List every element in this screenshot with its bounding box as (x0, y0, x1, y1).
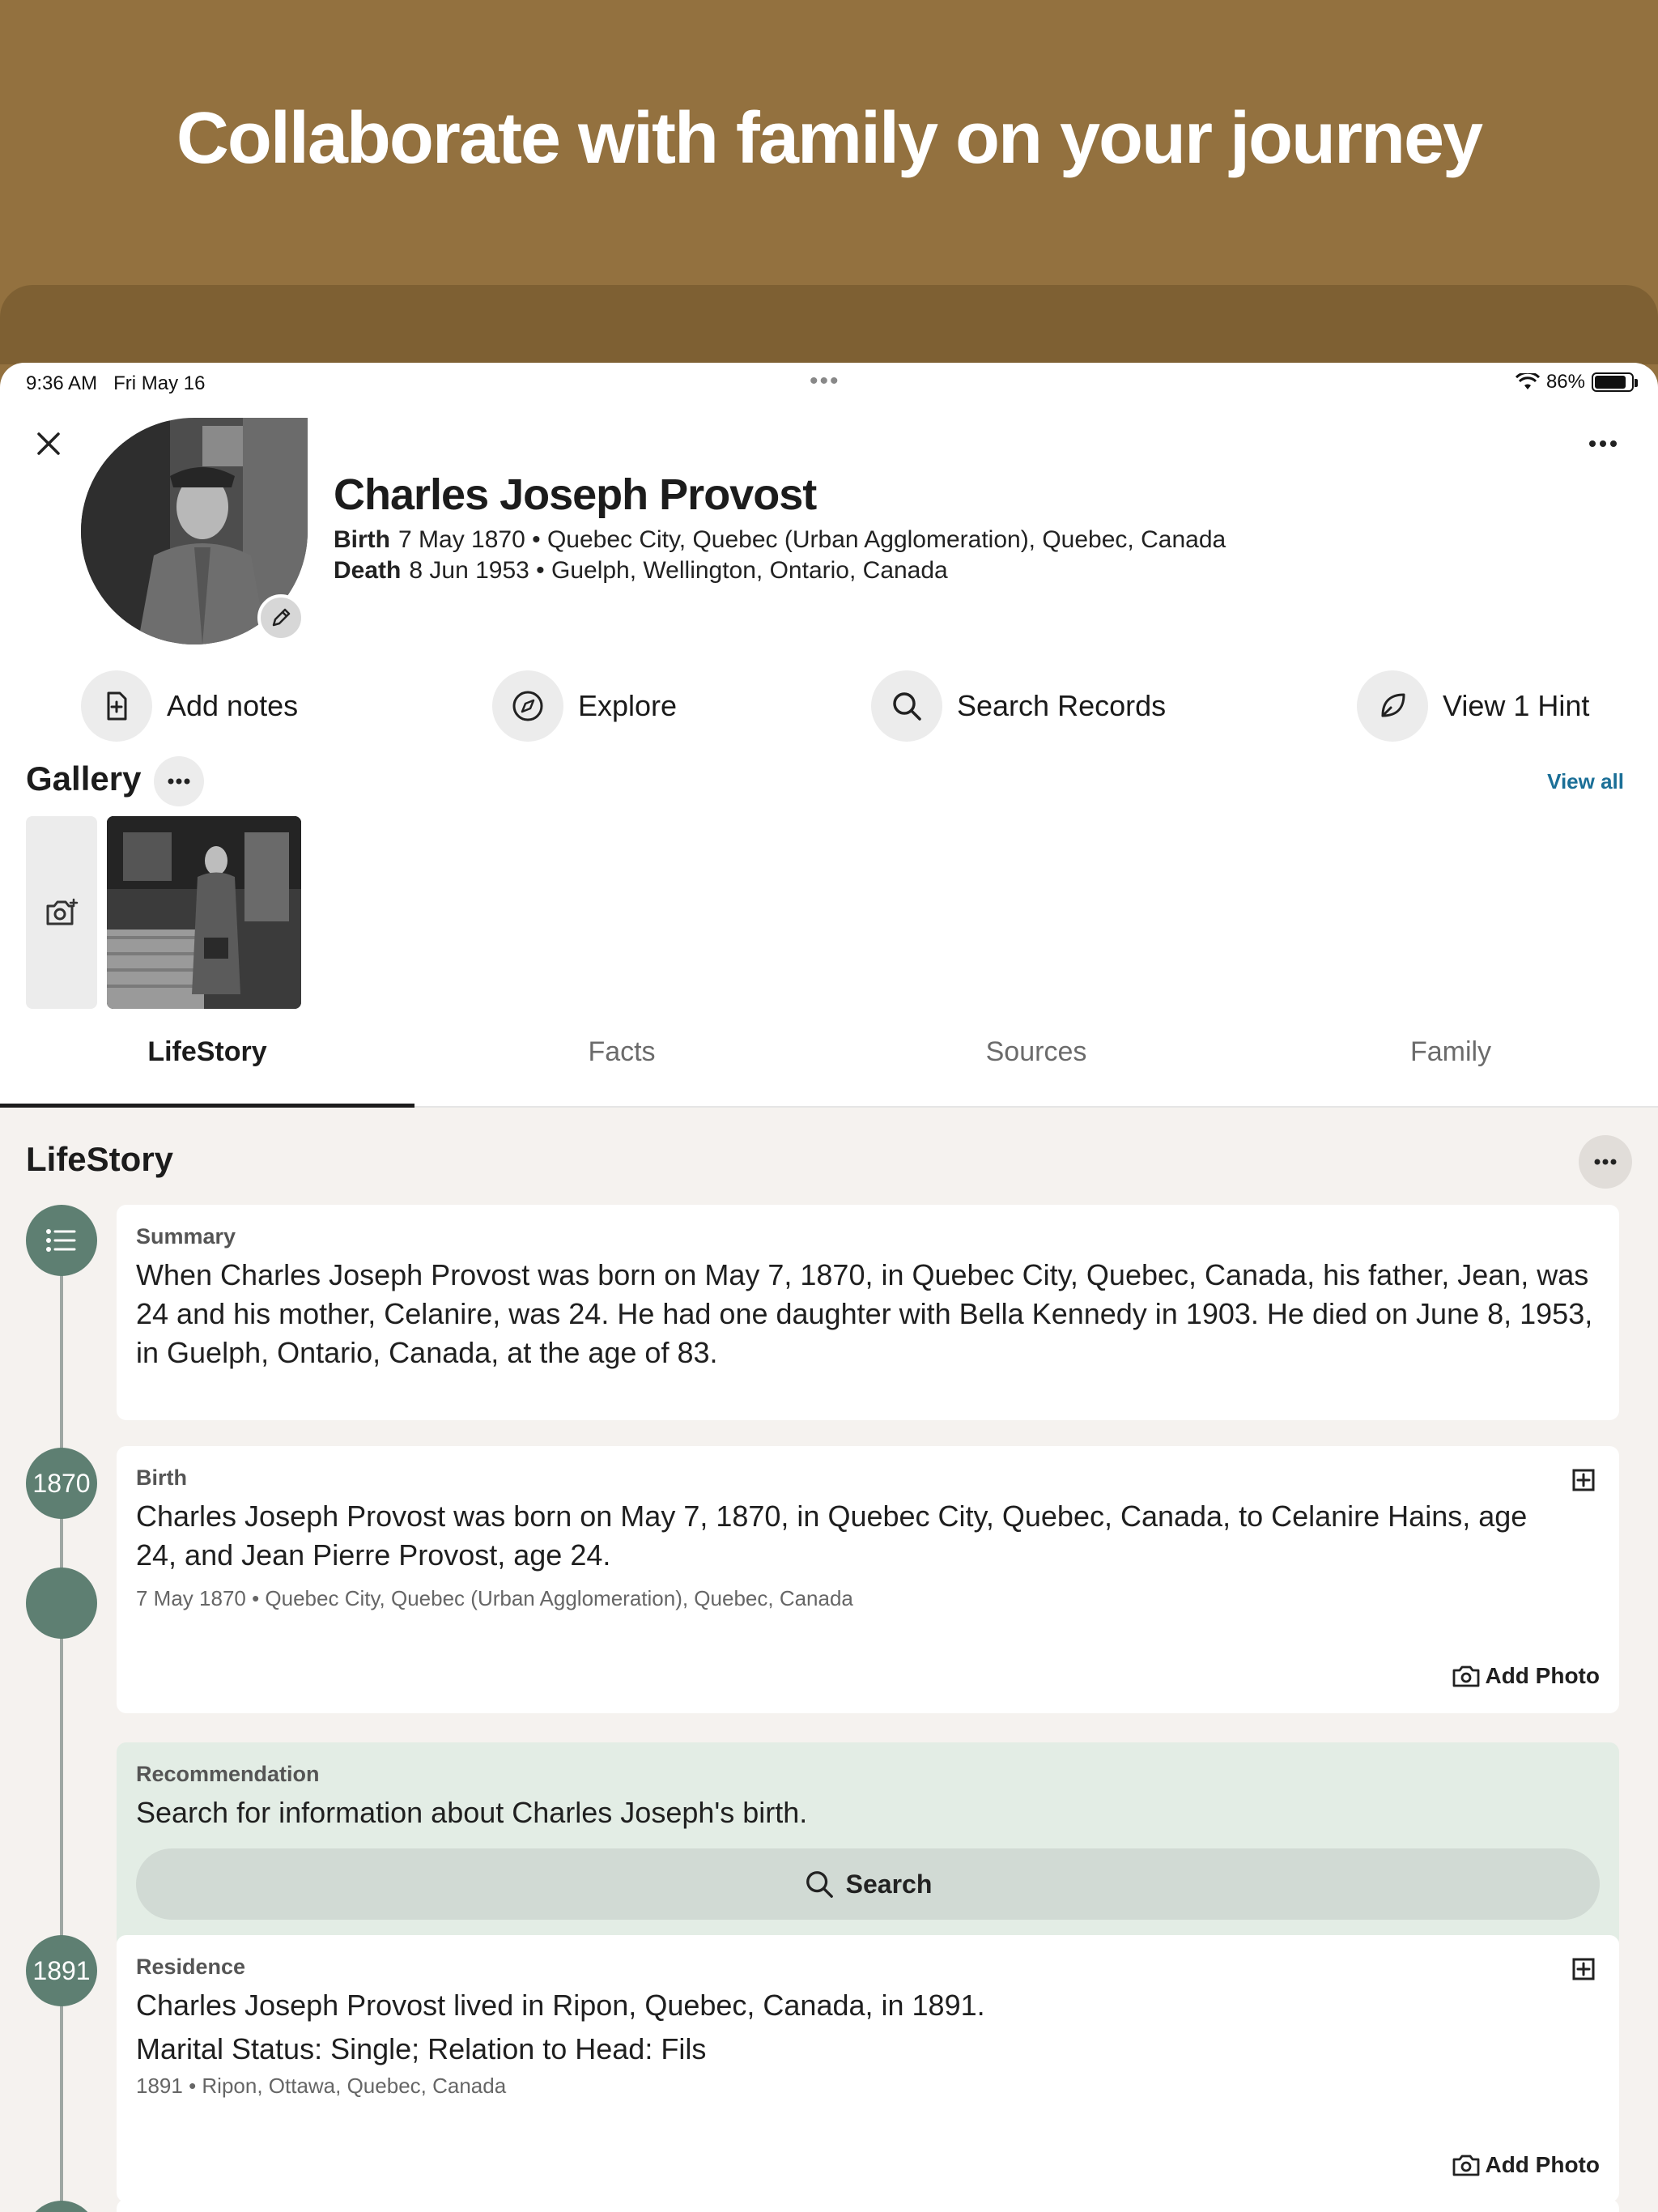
pencil-icon (272, 608, 291, 627)
residence-add-photo-button[interactable]: Add Photo (1452, 2152, 1600, 2178)
edit-photo-button[interactable] (257, 594, 304, 641)
search-icon (893, 692, 921, 721)
lifestory-more-button[interactable] (1579, 1135, 1632, 1189)
more-horizontal-icon (168, 778, 190, 785)
profile-tabs: LifeStory Facts Sources Family (0, 1027, 1658, 1108)
birth-label: Birth (136, 1465, 187, 1490)
residence-card[interactable]: Residence Charles Joseph Provost lived i… (117, 1935, 1619, 2202)
multitask-dots[interactable]: ••• (810, 368, 848, 395)
birth-meta: 7 May 1870 • Quebec City, Quebec (Urban … (136, 1586, 853, 1610)
explore-button[interactable]: Explore (492, 670, 677, 742)
add-camera-icon (46, 898, 79, 925)
add-note-icon (107, 691, 127, 721)
quick-actions: Add notes Explore Search Records View 1 … (0, 670, 1658, 751)
close-button[interactable] (29, 424, 68, 463)
birth-text: Charles Joseph Provost was born on May 7… (136, 1499, 1528, 1572)
status-bar: 9:36 AM Fri May 16 ••• 86% (0, 363, 1658, 403)
status-right: 86% (1515, 371, 1638, 393)
banner-title: Collaborate with family on your journey (176, 98, 1483, 179)
add-notes-button[interactable]: Add notes (81, 670, 298, 742)
birth-summary: Birth 7 May 1870 • Quebec City, Quebec (U… (334, 526, 1226, 553)
summary-label: Summary (136, 1224, 236, 1249)
residence-meta: 1891 • Ripon, Ottawa, Quebec, Canada (136, 2074, 507, 2098)
promo-banner: Collaborate with family on your journey (0, 0, 1658, 364)
add-to-story-icon[interactable] (1567, 1953, 1600, 1985)
next-event-card[interactable] (117, 2199, 1619, 2212)
tab-family[interactable]: Family (1244, 1027, 1658, 1108)
summary-node (26, 1568, 97, 1639)
battery-icon (1592, 372, 1638, 392)
tab-lifestory[interactable]: LifeStory (0, 1027, 414, 1108)
death-summary: Death 8 Jun 1953 • Guelph, Wellington, On… (334, 557, 948, 584)
birth-year-node: 1870 (26, 1448, 97, 1519)
recommendation-search-button[interactable]: Search (136, 1848, 1600, 1920)
recommendation-text: Search for information about Charles Jos… (136, 1796, 808, 1829)
add-to-story-icon[interactable] (1567, 1464, 1600, 1496)
birth-card[interactable]: Birth Charles Joseph Provost was born on… (117, 1446, 1619, 1713)
more-horizontal-icon (1594, 1159, 1617, 1165)
residence-text-details: Marital Status: Single; Relation to Head… (136, 2032, 707, 2065)
summary-node (26, 1205, 97, 1276)
battery-percent: 86% (1545, 371, 1585, 393)
list-icon (46, 1229, 76, 1252)
person-photo-icon (107, 816, 301, 1009)
gallery-add-photo-button[interactable] (26, 816, 97, 1009)
view-hint-label: View 1 Hint (1443, 689, 1590, 722)
leaf-icon (1381, 693, 1405, 717)
close-icon (37, 432, 60, 455)
explore-label: Explore (578, 689, 678, 722)
status-time: 9:36 AM Fri May 16 (26, 372, 206, 394)
search-icon (806, 1871, 833, 1898)
timeline-line (60, 1245, 63, 2212)
summary-card[interactable]: Summary When Charles Joseph Provost was … (117, 1205, 1619, 1420)
person-name: Charles Joseph Provost (334, 470, 817, 519)
compass-icon (512, 691, 543, 721)
add-notes-label: Add notes (167, 689, 299, 722)
banner-device-edge (0, 285, 1658, 364)
residence-text: Charles Joseph Provost lived in Ripon, Q… (136, 1989, 985, 2022)
camera-icon (1453, 1665, 1480, 1687)
search-records-label: Search Records (957, 689, 1167, 722)
recommendation-card: Recommendation Search for information ab… (117, 1742, 1619, 1948)
residence-year-node: 1891 (26, 1935, 97, 2006)
view-all-link[interactable]: View all (1547, 769, 1624, 794)
birth-add-photo-button[interactable]: Add Photo (1452, 1663, 1600, 1689)
camera-icon (1453, 2155, 1480, 2176)
gallery-photo-thumbnail[interactable] (107, 816, 301, 1009)
more-options-button[interactable] (1580, 428, 1626, 460)
tab-sources[interactable]: Sources (829, 1027, 1244, 1108)
summary-text: When Charles Joseph Provost was born on … (136, 1258, 1593, 1369)
tab-facts[interactable]: Facts (414, 1027, 829, 1108)
gallery-title: Gallery (26, 759, 142, 798)
more-horizontal-icon (1589, 440, 1617, 447)
view-hint-button[interactable]: View 1 Hint (1357, 670, 1589, 742)
recommendation-label: Recommendation (136, 1762, 320, 1786)
gallery-more-button[interactable] (154, 756, 204, 806)
search-records-button[interactable]: Search Records (871, 670, 1166, 742)
residence-label: Residence (136, 1955, 246, 1979)
wifi-icon (1515, 373, 1540, 389)
lifestory-title: LifeStory (26, 1140, 174, 1178)
app-screen: 9:36 AM Fri May 16 ••• 86% Charles Josep… (0, 363, 1658, 2212)
